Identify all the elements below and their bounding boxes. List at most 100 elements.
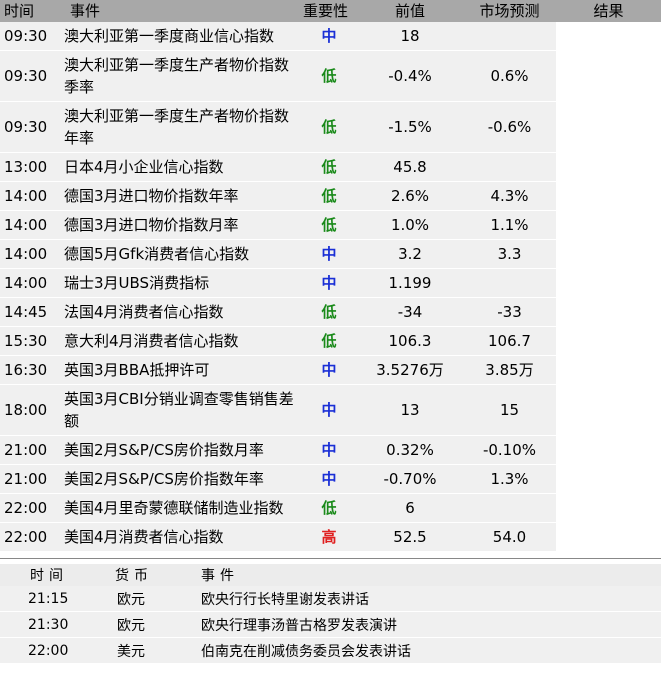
row-previous-text: 106.3 <box>388 332 432 350</box>
row-previous: -0.70% <box>357 464 463 494</box>
row-forecast-text: 15 <box>499 401 520 419</box>
row-previous: 2.6% <box>357 181 463 211</box>
row-time-text: 14:00 <box>4 274 48 292</box>
header-time: 时间 <box>0 0 60 22</box>
row-time: 16:30 <box>0 355 60 385</box>
table-row: 14:00 瑞士3月UBS消费指标 中 1.199 <box>0 268 661 298</box>
row-time-text: 21:00 <box>4 441 48 459</box>
row-previous-text: 52.5 <box>393 528 427 546</box>
row-time-text: 21:00 <box>4 470 48 488</box>
row-event-text: 澳大利亚第一季度生产者物价指数季率 <box>64 56 290 96</box>
row-importance-text: 低 <box>321 187 337 205</box>
section-divider <box>0 558 661 559</box>
row-previous-text: 2.6% <box>390 187 430 205</box>
row-event-text: 澳大利亚第一季度生产者物价指数年率 <box>64 107 290 147</box>
row-time-text: 09:30 <box>4 67 48 85</box>
row-time: 22:00 <box>0 522 60 552</box>
row-result <box>556 435 661 465</box>
row-importance-text: 中 <box>321 27 337 45</box>
table-row: 09:30 澳大利亚第一季度生产者物价指数年率 低 -1.5% -0.6% <box>0 101 661 153</box>
row-result <box>556 297 661 327</box>
row-importance-text: 中 <box>321 274 337 292</box>
row-forecast: -0.6% <box>463 101 556 153</box>
row-importance: 低 <box>301 326 357 356</box>
row-result <box>556 384 661 436</box>
row-importance: 中 <box>301 22 357 51</box>
row-time: 14:00 <box>0 268 60 298</box>
row-previous-text: 18 <box>400 27 420 45</box>
row-importance-text: 中 <box>321 361 337 379</box>
row-previous: 45.8 <box>357 152 463 182</box>
row-event: 德国3月进口物价指数月率 <box>60 210 301 240</box>
row-event: 法国4月消费者信心指数 <box>60 297 301 327</box>
row-forecast: 1.3% <box>463 464 556 494</box>
row-time-text: 22:00 <box>4 528 48 546</box>
row-previous: 106.3 <box>357 326 463 356</box>
row-time-text: 15:30 <box>4 332 48 350</box>
row-previous: 3.5276万 <box>357 355 463 385</box>
row-importance-text: 低 <box>321 332 337 350</box>
row-event: 澳大利亚第一季度商业信心指数 <box>60 22 301 51</box>
row-importance: 高 <box>301 522 357 552</box>
row-previous-text: 0.32% <box>386 441 434 459</box>
row-event: 美国4月消费者信心指数 <box>60 522 301 552</box>
speeches-body: 21:15 欧元 欧央行行长特里谢发表讲话 21:30 欧元 欧央行理事汤普古格罗发表演讲… <box>0 586 661 664</box>
row-result <box>556 210 661 240</box>
row-event-text: 美国2月S&P/CS房价指数年率 <box>64 470 264 488</box>
row-event: 澳大利亚第一季度生产者物价指数年率 <box>60 101 301 153</box>
row-previous: -34 <box>357 297 463 327</box>
row-importance: 低 <box>301 493 357 523</box>
economic-calendar-header: 时间 事件 重要性 前值 市场预测 结果 <box>0 0 661 22</box>
row-event-text: 德国3月进口物价指数年率 <box>64 187 239 205</box>
row-result <box>556 522 661 552</box>
row-time-text: 22:00 <box>4 499 48 517</box>
header-forecast: 市场预测 <box>463 0 556 22</box>
table-row: 13:00 日本4月小企业信心指数 低 45.8 <box>0 152 661 182</box>
row-importance-text: 低 <box>321 303 337 321</box>
row-event-text: 瑞士3月UBS消费指标 <box>64 274 210 292</box>
row-previous: 3.2 <box>357 239 463 269</box>
speech-event: 伯南克在削减债务委员会发表讲话 <box>165 637 661 664</box>
row-previous-text: 3.2 <box>398 245 422 263</box>
table-row: 18:00 英国3月CBI分销业调查零售销售差额 中 13 15 <box>0 384 661 436</box>
speeches-header: 时间 货币 事件 <box>0 564 661 586</box>
row-importance-text: 低 <box>321 118 337 136</box>
row-forecast <box>463 152 556 182</box>
list-item: 21:30 欧元 欧央行理事汤普古格罗发表演讲 <box>0 611 661 638</box>
header-importance: 重要性 <box>301 0 357 22</box>
row-importance-text: 中 <box>321 470 337 488</box>
row-result <box>556 22 661 51</box>
row-event-text: 美国2月S&P/CS房价指数月率 <box>64 441 264 459</box>
row-forecast-text: 1.3% <box>490 470 529 488</box>
row-importance-text: 高 <box>321 528 337 546</box>
row-importance: 中 <box>301 239 357 269</box>
row-time-text: 14:00 <box>4 216 48 234</box>
row-previous: 1.199 <box>357 268 463 298</box>
row-time: 14:45 <box>0 297 60 327</box>
row-importance-text: 低 <box>321 216 337 234</box>
table-row: 09:30 澳大利亚第一季度生产者物价指数季率 低 -0.4% 0.6% <box>0 50 661 102</box>
row-result <box>556 464 661 494</box>
row-event: 英国3月BBA抵押许可 <box>60 355 301 385</box>
row-forecast: -0.10% <box>463 435 556 465</box>
row-importance: 中 <box>301 384 357 436</box>
table-row: 21:00 美国2月S&P/CS房价指数年率 中 -0.70% 1.3% <box>0 464 661 494</box>
row-importance: 低 <box>301 152 357 182</box>
row-time-text: 18:00 <box>4 401 48 419</box>
row-time-text: 14:00 <box>4 245 48 263</box>
row-importance-text: 低 <box>321 67 337 85</box>
row-importance-text: 中 <box>321 245 337 263</box>
row-time: 22:00 <box>0 493 60 523</box>
row-result <box>556 181 661 211</box>
speech-event: 欧央行理事汤普古格罗发表演讲 <box>165 611 661 638</box>
row-previous: 18 <box>357 22 463 51</box>
header-event: 事件 <box>60 0 301 22</box>
table-row: 16:30 英国3月BBA抵押许可 中 3.5276万 3.85万 <box>0 355 661 385</box>
row-importance-text: 低 <box>321 499 337 517</box>
row-previous: -0.4% <box>357 50 463 102</box>
speech-header-time: 时间 <box>0 564 75 586</box>
row-forecast <box>463 22 556 51</box>
row-result <box>556 493 661 523</box>
speech-header-event: 事件 <box>165 564 661 586</box>
row-result <box>556 355 661 385</box>
